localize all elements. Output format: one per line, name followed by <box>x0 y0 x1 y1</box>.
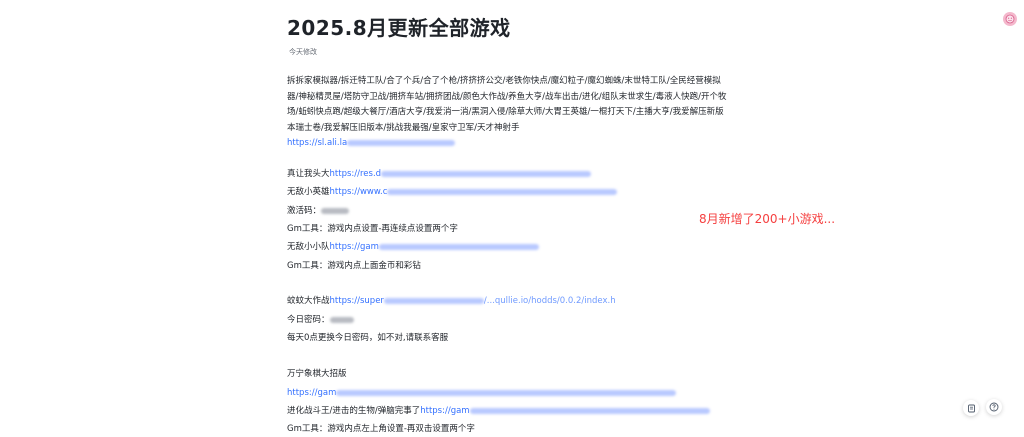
game-entry-5: 万宁象棋大招版 <box>287 369 347 379</box>
redacted-link <box>387 188 618 195</box>
redacted-link <box>347 139 456 146</box>
game-link-5[interactable]: https://gam <box>287 387 677 399</box>
doc-outline-button[interactable] <box>963 400 979 416</box>
game-link[interactable]: https://www.c <box>330 187 388 197</box>
daily-password-line: 今日密码： <box>287 314 354 326</box>
share-link-1[interactable]: https://sl.ali.la <box>287 137 456 149</box>
redacted-code <box>321 207 350 214</box>
game-list-paragraph: 拆拆家模拟器/拆迁特工队/合了个兵/合了个枪/挤挤挤公交/老铁你快点/魔幻粒子/… <box>287 76 727 133</box>
new-games-callout: 8月新增了200+小游戏... <box>699 212 836 226</box>
game-name: 无敌小小队 <box>287 242 330 252</box>
game-entry-1: 真让我头大https://res.d <box>287 168 592 180</box>
game-link[interactable]: https://gam <box>420 406 469 416</box>
gm-tool-note-2: Gm工具：游戏内点上面金币和彩钻 <box>287 261 421 271</box>
avatar[interactable] <box>1003 12 1017 26</box>
game-link-tail[interactable]: /...qullie.io/hodds/0.0.2/index.h <box>484 296 616 306</box>
redacted-link <box>378 243 539 250</box>
game-link[interactable]: https://gam <box>287 388 336 398</box>
game-name: 进化战斗王/进击的生物/弹脑完事了 <box>287 406 421 416</box>
daily-password-label: 今日密码： <box>287 315 330 325</box>
redacted-link <box>383 297 484 304</box>
redacted-link <box>336 389 677 396</box>
face-icon <box>1005 14 1015 24</box>
help-button[interactable] <box>986 399 1002 415</box>
game-name: 真让我头大 <box>287 169 330 179</box>
help-icon <box>989 402 999 412</box>
game-link[interactable]: https://gam <box>330 242 379 252</box>
share-link-text[interactable]: https://sl.ali.la <box>287 138 347 148</box>
doc-icon <box>967 404 975 412</box>
game-name: 无敌小英雄 <box>287 187 330 197</box>
redacted-link <box>469 407 710 414</box>
game-link[interactable]: https://super <box>330 296 384 306</box>
game-link[interactable]: https://res.d <box>330 169 382 179</box>
modified-label: 今天修改 <box>289 48 317 56</box>
redacted-password <box>329 316 354 323</box>
page-title: 2025.8月更新全部游戏 <box>287 16 511 40</box>
gm-tool-note-3: Gm工具：游戏内点左上角设置-再双击设置两个字 <box>287 424 475 434</box>
game-entry-4: 蚊蚊大作战https://super /...qullie.io/hodds/0.… <box>287 295 616 307</box>
daily-password-note: 每天0点更换今日密码，如不对,请联系客服 <box>287 333 449 343</box>
game-name: 蚊蚊大作战 <box>287 296 330 306</box>
game-entry-3: 无敌小小队https://gam <box>287 241 539 253</box>
activation-label: 激活码： <box>287 206 322 216</box>
activation-code-line: 激活码： <box>287 205 350 217</box>
gm-tool-note-1: Gm工具：游戏内点设置-再连续点设置两个字 <box>287 224 458 234</box>
game-entry-2: 无敌小英雄https://www.c <box>287 186 618 198</box>
redacted-link <box>381 170 592 177</box>
game-entry-6: 进化战斗王/进击的生物/弹脑完事了https://gam <box>287 405 710 417</box>
